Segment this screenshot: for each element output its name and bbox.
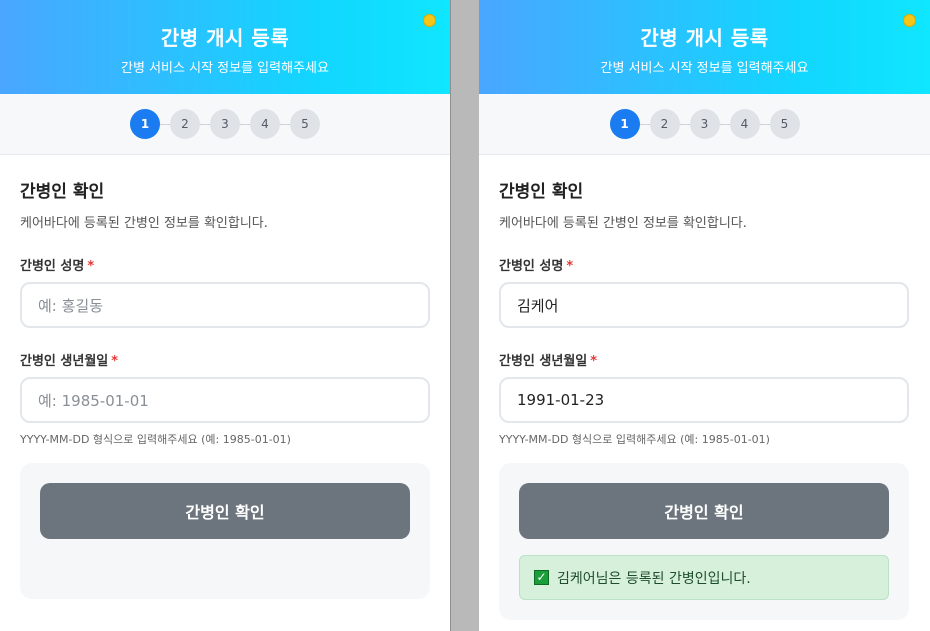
verification-success-alert: ✓ 김케어님은 등록된 간병인입니다. — [519, 555, 889, 600]
verify-box: 간병인 확인 ✓ 김케어님은 등록된 간병인입니다. — [499, 463, 909, 620]
step-connector — [240, 123, 250, 125]
header: 간병 개시 등록 간병 서비스 시작 정보를 입력해주세요 — [0, 0, 450, 94]
step-connector — [639, 123, 650, 125]
birth-label-text: 간병인 생년월일 — [20, 354, 109, 369]
step-connector — [200, 123, 210, 125]
name-label: 간병인 성명 * — [20, 255, 430, 274]
step-connector — [160, 123, 170, 125]
step-connector — [719, 123, 730, 125]
status-dot-icon — [903, 14, 916, 27]
name-label: 간병인 성명 * — [499, 255, 910, 274]
birth-label: 간병인 생년월일 * — [499, 350, 910, 369]
verify-box: 간병인 확인 — [20, 463, 430, 599]
step-4: 4 — [729, 109, 760, 139]
success-message: 김케어님은 등록된 간병인입니다. — [557, 570, 751, 587]
section-description: 케어바다에 등록된 간병인 정보를 확인합니다. — [499, 216, 747, 231]
step-1: 1 — [609, 109, 640, 139]
step-3: 3 — [210, 109, 240, 139]
step-2: 2 — [649, 109, 680, 139]
step-connector — [679, 123, 690, 125]
name-label-text: 간병인 성명 — [20, 259, 85, 274]
birthdate-hint: YYYY-MM-DD 형식으로 입력해주세요 (예: 1985-01-01) — [20, 433, 291, 446]
required-mark: * — [111, 354, 119, 369]
form-panel-empty: 간병 개시 등록 간병 서비스 시작 정보를 입력해주세요 1 2 3 4 5 … — [0, 0, 451, 631]
birth-label-text: 간병인 생년월일 — [499, 354, 588, 369]
form-content: 간병인 확인 케어바다에 등록된 간병인 정보를 확인합니다. 간병인 성명 * … — [0, 155, 450, 599]
caregiver-name-input[interactable]: 예: 홍길동 — [20, 282, 430, 328]
step-5: 5 — [290, 109, 320, 139]
name-label-text: 간병인 성명 — [499, 259, 564, 274]
step-3: 3 — [689, 109, 720, 139]
verify-caregiver-button[interactable]: 간병인 확인 — [519, 483, 889, 539]
birth-label: 간병인 생년월일 * — [20, 350, 430, 369]
page-subtitle: 간병 서비스 시작 정보를 입력해주세요 — [600, 61, 809, 76]
birthdate-hint: YYYY-MM-DD 형식으로 입력해주세요 (예: 1985-01-01) — [499, 433, 770, 446]
step-2: 2 — [170, 109, 200, 139]
section-title: 간병인 확인 — [20, 182, 105, 202]
form-panel-filled: 간병 개시 등록 간병 서비스 시작 정보를 입력해주세요 1 2 3 4 5 … — [479, 0, 930, 631]
header: 간병 개시 등록 간병 서비스 시작 정보를 입력해주세요 — [479, 0, 930, 94]
section-description: 케어바다에 등록된 간병인 정보를 확인합니다. — [20, 216, 268, 231]
page-subtitle: 간병 서비스 시작 정보를 입력해주세요 — [121, 61, 329, 76]
status-dot-icon — [423, 14, 436, 27]
step-4: 4 — [250, 109, 280, 139]
section-title: 간병인 확인 — [499, 182, 584, 202]
caregiver-name-input[interactable]: 김케어 — [499, 282, 909, 328]
step-indicator: 1 2 3 4 5 — [0, 94, 450, 155]
form-content: 간병인 확인 케어바다에 등록된 간병인 정보를 확인합니다. 간병인 성명 * … — [479, 155, 930, 620]
required-mark: * — [566, 259, 574, 274]
verify-caregiver-button[interactable]: 간병인 확인 — [40, 483, 410, 539]
step-1: 1 — [130, 109, 160, 139]
step-indicator: 1 2 3 4 5 — [479, 94, 930, 155]
step-5: 5 — [769, 109, 800, 139]
step-connector — [280, 123, 290, 125]
required-mark: * — [590, 354, 598, 369]
caregiver-birthdate-input[interactable]: 1991-01-23 — [499, 377, 909, 423]
check-box-icon: ✓ — [534, 570, 549, 585]
required-mark: * — [87, 259, 95, 274]
caregiver-birthdate-input[interactable]: 예: 1985-01-01 — [20, 377, 430, 423]
page-title: 간병 개시 등록 — [160, 26, 290, 50]
page-title: 간병 개시 등록 — [640, 26, 769, 50]
comparison-stage: 간병 개시 등록 간병 서비스 시작 정보를 입력해주세요 1 2 3 4 5 … — [0, 0, 930, 631]
step-connector — [759, 123, 770, 125]
